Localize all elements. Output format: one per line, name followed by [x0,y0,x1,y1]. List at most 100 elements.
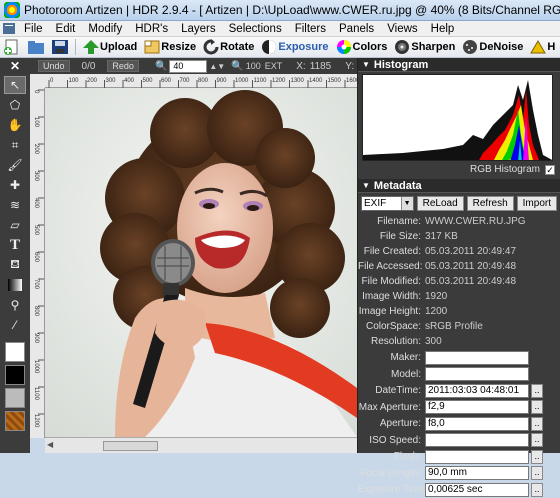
metadata-info-row: File Accessed: 05.03.2011 20:49:48 [358,259,560,274]
eyedropper-icon[interactable]: ⁄ [4,316,26,334]
metadata-value: 300 [425,336,442,347]
right-panel: ▼ Histogram RGB Histogram ✓ ▼ Metadata EXI… [357,58,560,497]
sharpen-button[interactable]: Sharpen [390,38,458,57]
rotate-button[interactable]: Rotate [199,38,257,57]
reload-button[interactable]: ReLoad [416,196,464,211]
metadata-source-value: EXIF [364,198,387,209]
undo-button[interactable]: Undo [38,60,70,72]
x-coord-label: X: [296,60,306,72]
ruler-label: 900 [33,333,39,344]
metadata-fields-list: Maker: Model: DateTime: 2011:03:03 04:48:01… [358,350,560,498]
browse-button[interactable]: .. [531,482,543,497]
close-icon[interactable]: ✕ [0,58,30,74]
exposure-icon [262,40,277,54]
new-file-button[interactable] [0,38,24,57]
exposure-button[interactable]: Exposure [257,38,331,57]
menu-layers[interactable]: Layers [175,21,223,37]
zoom-100-label[interactable]: 100 [246,61,261,71]
window-title: Photoroom Artizen | HDR 2.9.4 - [ Artize… [24,3,560,17]
lasso-icon[interactable]: ⬠ [4,96,26,114]
metadata-field-row: Focal Length: 90,0 mm.. [358,466,560,482]
metadata-field-input[interactable]: 2011:03:03 04:48:01 [425,383,529,398]
brush-icon[interactable]: 🖌 [4,156,26,174]
scroll-thumb[interactable] [103,441,158,451]
zoom-input[interactable]: 40 [169,59,208,73]
smudge-icon[interactable]: ≋ [4,196,26,214]
metadata-source-select[interactable]: EXIF ▼ [361,196,414,211]
rotate-label: Rotate [220,41,255,53]
metadata-header[interactable]: ▼ Metadata [358,179,560,193]
browse-button[interactable]: .. [531,416,543,431]
select-arrow-icon[interactable]: ↖ [4,76,26,94]
metadata-field-input[interactable]: f8,0 [425,416,529,431]
metadata-field-row: DateTime: 2011:03:03 04:48:01.. [358,383,560,399]
resize-button[interactable]: Resize [140,38,199,57]
menu-help[interactable]: Help [425,21,462,37]
metadata-title: Metadata [373,179,422,192]
text-tool-icon[interactable]: T [4,236,26,254]
metadata-field-input[interactable]: f2,9 [425,400,529,415]
menu-file[interactable]: File [18,21,50,37]
zoom-icon[interactable]: 🔍 [155,61,167,72]
app-menu-icon[interactable] [0,21,18,37]
browse-button[interactable]: .. [531,383,543,398]
hdr-button[interactable]: H [526,38,558,57]
primary-color-swatch[interactable] [5,342,25,362]
secondary-color-swatch[interactable] [5,365,25,385]
ruler-label: 1400 [309,78,323,84]
zoom-spin-icon[interactable]: ▲▼ [209,62,225,71]
menu-modify[interactable]: Modify [82,21,129,37]
browse-button[interactable]: .. [531,433,543,448]
collapse-icon: ▼ [362,181,370,190]
metadata-field-input[interactable]: 0,00625 sec [425,482,529,497]
browse-button[interactable]: .. [531,466,543,481]
save-button[interactable] [48,38,72,57]
fill-bucket-icon[interactable]: ⛾ [4,256,26,274]
menu-selections[interactable]: Selections [223,21,289,37]
zoom-tool-icon[interactable]: ⚲ [4,296,26,314]
sharpen-icon [395,40,410,54]
gray-swatch[interactable] [5,388,25,408]
histogram-header[interactable]: ▼ Histogram [358,58,560,72]
menu-views[interactable]: Views [381,21,424,37]
menu-filters[interactable]: Filters [289,21,333,37]
magic-select-icon[interactable]: ✋ [4,116,26,134]
horizontal-scrollbar[interactable]: ◀ [45,437,357,453]
menu-panels[interactable]: Panels [333,21,381,37]
clone-stamp-icon[interactable]: ✚ [4,176,26,194]
hdr-label: H [547,41,556,53]
import-button[interactable]: Import [516,196,557,211]
metadata-field-input[interactable] [425,433,529,448]
eraser-icon[interactable]: ▱ [4,216,26,234]
colors-button[interactable]: Colors [332,38,391,57]
denoise-button[interactable]: DeNoise [458,38,526,57]
metadata-field-input[interactable] [425,350,529,365]
menu-hdrs[interactable]: HDR's [129,21,175,37]
scroll-left-icon[interactable]: ◀ [47,440,53,449]
metadata-key: File Size: [379,231,421,242]
metadata-info-row: Image Width: 1920 [358,289,560,304]
gradient-icon[interactable] [4,276,26,294]
redo-button[interactable]: Redo [107,60,139,72]
refresh-button[interactable]: Refresh [466,196,514,211]
rgb-histogram-checkbox[interactable]: ✓ [545,165,555,175]
ruler-label: 1200 [272,78,286,84]
upload-button[interactable]: Upload [79,38,140,57]
metadata-field-input[interactable] [425,367,529,382]
metadata-field-input[interactable] [425,449,529,464]
menu-edit[interactable]: Edit [50,21,83,37]
colors-label: Colors [352,41,388,53]
image-canvas[interactable] [45,88,357,437]
zoom-fit-icon[interactable]: 🔍 [231,61,243,72]
texture-swatch[interactable] [5,411,25,431]
options-bar: Undo 0/0 Redo 🔍 40 ▲▼ 🔍 100 EXT X: 1185 … [0,58,357,74]
histogram-title: Histogram [373,58,429,71]
browse-button[interactable]: .. [531,449,543,464]
extent-label[interactable]: EXT [265,61,283,71]
metadata-field-input[interactable]: 90,0 mm [425,466,529,481]
metadata-value: 05.03.2011 20:49:47 [425,246,517,257]
ruler-label: 1200 [33,414,39,428]
browse-button[interactable]: .. [531,400,543,415]
crop-icon[interactable]: ⌗ [4,136,26,154]
open-folder-button[interactable] [24,38,48,57]
